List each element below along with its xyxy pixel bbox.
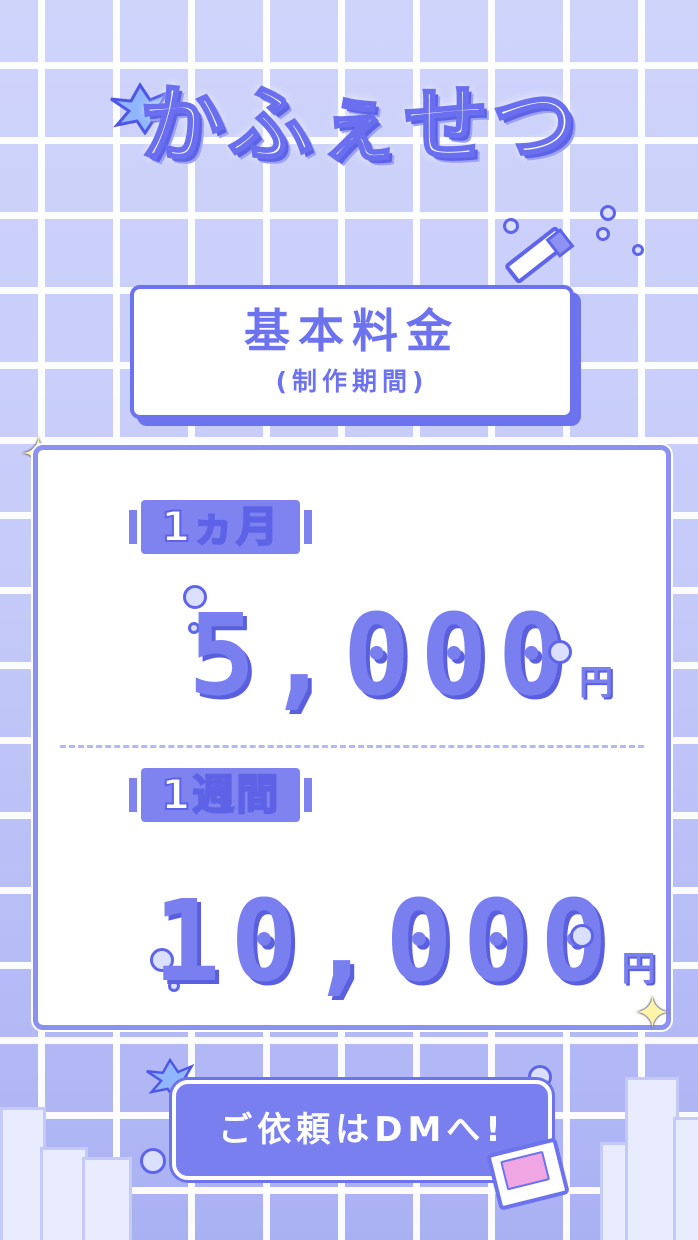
page-subtitle: (制作期間) (275, 367, 429, 396)
price-unit: 円 (579, 663, 614, 703)
mail-flap (500, 1150, 551, 1191)
title-card: 基本料金 (制作期間) (130, 285, 574, 419)
pen-icon (505, 226, 575, 284)
background-bar (40, 1147, 88, 1240)
logo: かふぇせつ (95, 70, 625, 185)
page-title: 基本料金 (244, 304, 460, 358)
price-unit: 円 (621, 949, 656, 989)
bubble-icon (570, 924, 594, 948)
price-value: 5,000 (188, 591, 576, 721)
page-background: かふぇせつ 基本料金 (制作期間) ✦ 1ヵ月 5,000円 1週間 10,00… (0, 0, 698, 1240)
background-bar (673, 1117, 698, 1240)
bubble-icon (600, 205, 616, 221)
bubble-icon (548, 640, 572, 664)
bubble-icon (632, 244, 644, 256)
bubble-icon (503, 218, 519, 234)
bubble-icon (140, 1148, 166, 1174)
plan-label-month: 1ヵ月 (128, 500, 313, 554)
logo-text: かふぇせつ (138, 75, 580, 176)
plan-label-week: 1週間 (128, 768, 313, 822)
background-bar (82, 1157, 132, 1240)
pricing-card: 1ヵ月 5,000 円 1週間 10,000 円 (33, 445, 671, 1030)
background-bar (625, 1077, 679, 1240)
divider (60, 745, 644, 748)
plan-price-month: 5,000 円 (188, 596, 613, 743)
bubble-icon (596, 227, 610, 241)
price-value: 10,000 (153, 877, 618, 1007)
plan-price-week: 10,000 円 (153, 882, 656, 1029)
sparkle-icon: ✦ (634, 988, 671, 1039)
